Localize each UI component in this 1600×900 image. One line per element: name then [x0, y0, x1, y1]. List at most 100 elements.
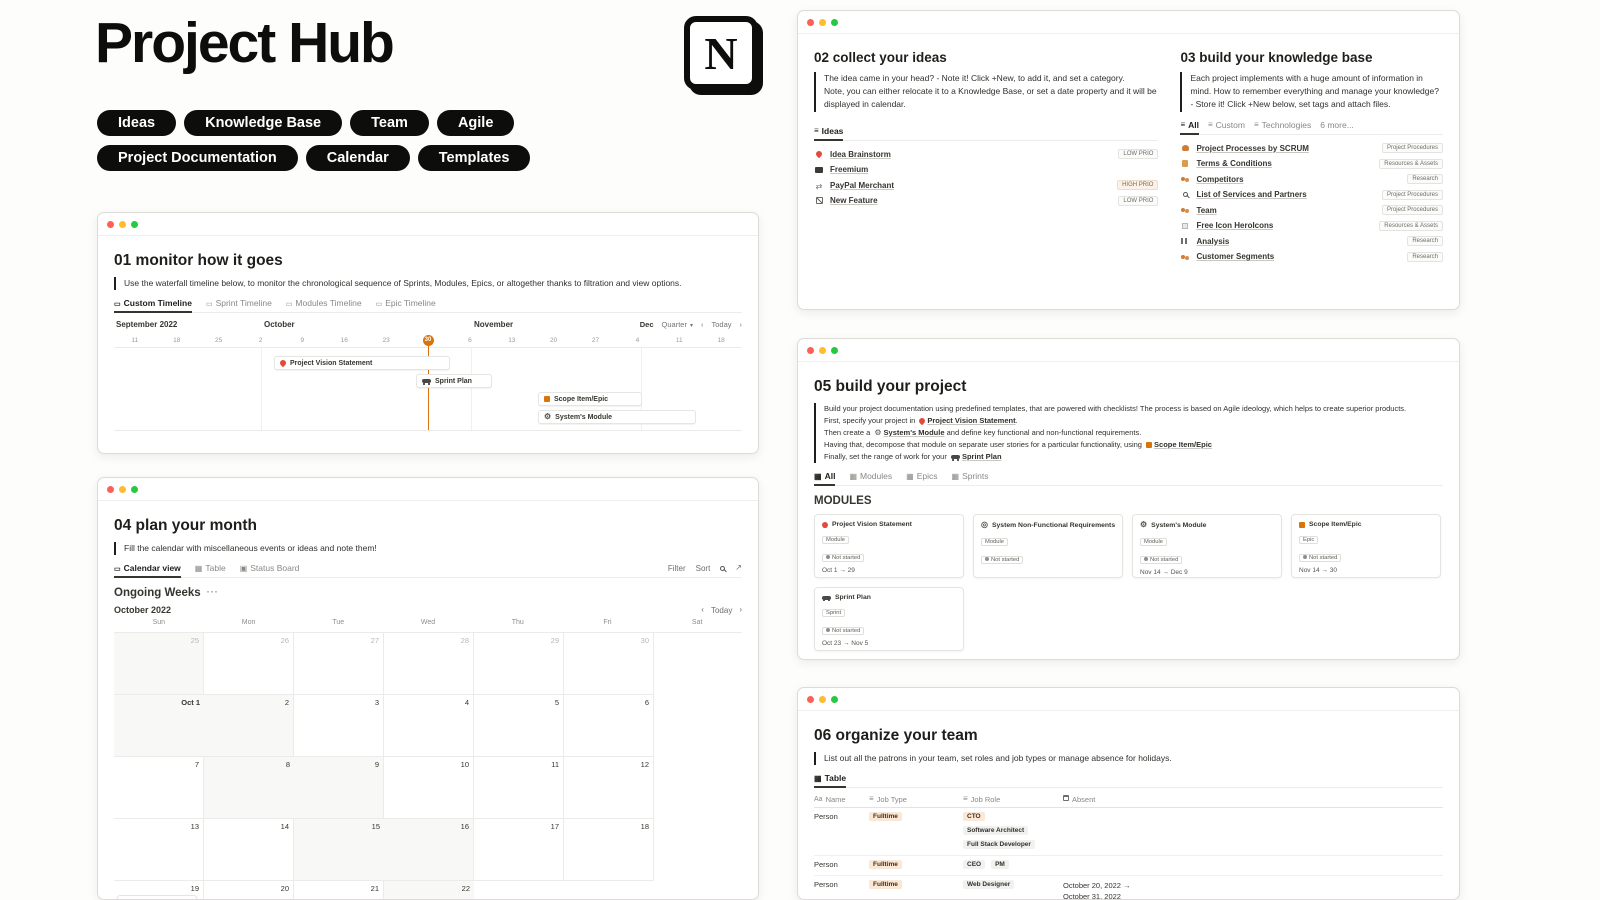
timeline-bar-sprint-plan[interactable]: Sprint Plan	[416, 374, 492, 388]
pill-project-documentation[interactable]: Project Documentation	[97, 145, 298, 171]
timeline-bar-scope-item[interactable]: Scope Item/Epic	[538, 392, 642, 406]
chevron-right-icon[interactable]	[739, 606, 742, 614]
list-item-freemium[interactable]: Freemium	[814, 162, 1158, 178]
list-item-paypal-merchant[interactable]: PayPal Merchant HIGH PRIO	[814, 178, 1158, 194]
zoom-button[interactable]	[131, 486, 138, 493]
timeline-bar-project-vision[interactable]: Project Vision Statement	[274, 356, 450, 370]
timeline-bar-systems-module[interactable]: System's Module	[538, 410, 696, 424]
calendar-cell[interactable]: Oct 1	[114, 695, 204, 757]
tab-calendar-view[interactable]: Calendar view	[114, 563, 181, 573]
more-options-icon[interactable]	[207, 587, 219, 599]
close-button[interactable]	[807, 19, 814, 26]
page-mention[interactable]: System's Module	[884, 428, 945, 437]
column-header[interactable]: Absent	[1072, 795, 1095, 804]
tab-sprint-timeline[interactable]: Sprint Timeline	[206, 298, 272, 308]
today-button[interactable]: Today	[711, 606, 732, 615]
tab-modules-timeline[interactable]: Modules Timeline	[286, 298, 362, 308]
calendar-cell[interactable]: 26	[204, 633, 294, 695]
chevron-left-icon[interactable]	[701, 321, 704, 329]
zoom-button[interactable]	[131, 221, 138, 228]
column-header[interactable]: Job Role	[971, 795, 1001, 804]
pill-templates[interactable]: Templates	[418, 145, 531, 171]
list-item-new-feature[interactable]: New Feature LOW PRIO	[814, 193, 1158, 209]
close-button[interactable]	[807, 696, 814, 703]
pill-ideas[interactable]: Ideas	[97, 110, 176, 136]
page-mention[interactable]: Sprint Plan	[962, 452, 1002, 461]
tab-table[interactable]: Table	[814, 773, 846, 783]
chevron-left-icon[interactable]	[701, 606, 704, 614]
table-row[interactable]: Person Fulltime Web Designer October 20,…	[814, 876, 1443, 900]
zoom-button[interactable]	[831, 347, 838, 354]
calendar-cell[interactable]: 16	[384, 819, 474, 881]
list-item-terms-conditions[interactable]: Terms & Conditions Resources & Assets	[1180, 156, 1443, 172]
tab-custom-timeline[interactable]: Custom Timeline	[114, 298, 192, 308]
calendar-cell[interactable]: 11	[474, 757, 564, 819]
calendar-cell[interactable]: 3	[294, 695, 384, 757]
calendar-cell[interactable]: 5	[474, 695, 564, 757]
list-item-team[interactable]: Team Project Procedures	[1180, 203, 1443, 219]
card-non-functional-reqs[interactable]: System Non-Functional Requirements Modul…	[973, 514, 1123, 578]
minimize-button[interactable]	[819, 696, 826, 703]
calendar-cell[interactable]: 27	[294, 633, 384, 695]
calendar-cell[interactable]: 4	[384, 695, 474, 757]
calendar-cell[interactable]: 17	[474, 819, 564, 881]
tab-table[interactable]: Table	[195, 563, 226, 573]
list-item-heroicons[interactable]: Free Icon HeroIcons Resources & Assets	[1180, 218, 1443, 234]
tab-ideas[interactable]: Ideas	[814, 126, 843, 136]
minimize-button[interactable]	[819, 19, 826, 26]
list-item-competitors[interactable]: Competitors Research	[1180, 172, 1443, 188]
calendar-event[interactable]: Meeting with Investor HIGH PRIO	[117, 895, 197, 900]
pill-agile[interactable]: Agile	[437, 110, 514, 136]
calendar-cell[interactable]: 7	[114, 757, 204, 819]
calendar-cell[interactable]: 6	[564, 695, 654, 757]
list-item-customer-segments[interactable]: Customer Segments Research	[1180, 249, 1443, 265]
tab-epics[interactable]: Epics	[906, 471, 937, 481]
minimize-button[interactable]	[119, 221, 126, 228]
tab-all[interactable]: All	[814, 471, 835, 481]
chevron-right-icon[interactable]	[740, 321, 743, 329]
calendar-cell[interactable]: 13	[114, 819, 204, 881]
calendar-cell[interactable]: 14	[204, 819, 294, 881]
tab-technologies[interactable]: Technologies	[1254, 120, 1311, 130]
tab-custom[interactable]: Custom	[1208, 120, 1245, 130]
list-item-idea-brainstorm[interactable]: Idea Brainstorm LOW PRIO	[814, 147, 1158, 163]
pill-team[interactable]: Team	[350, 110, 429, 136]
search-icon[interactable]	[720, 566, 725, 571]
card-systems-module[interactable]: System's Module Module Not started Nov 1…	[1132, 514, 1282, 578]
table-row[interactable]: Person Fulltime CTO Software Architect F…	[814, 808, 1443, 856]
calendar-cell[interactable]: 19 Meeting with Investor HIGH PRIO	[114, 881, 204, 900]
zoom-button[interactable]	[831, 696, 838, 703]
tab-epic-timeline[interactable]: Epic Timeline	[376, 298, 436, 308]
filter-button[interactable]: Filter	[668, 564, 686, 573]
calendar-cell[interactable]: 8	[204, 757, 294, 819]
calendar-cell[interactable]: 9	[294, 757, 384, 819]
expand-icon[interactable]	[735, 564, 742, 572]
column-header[interactable]: Job Type	[877, 795, 907, 804]
pill-knowledge-base[interactable]: Knowledge Base	[184, 110, 342, 136]
calendar-cell[interactable]: 20	[204, 881, 294, 900]
card-scope-item-epic[interactable]: Scope Item/Epic Epic Not started Nov 14 …	[1291, 514, 1441, 578]
tab-sprints[interactable]: Sprints	[952, 471, 989, 481]
pill-calendar[interactable]: Calendar	[306, 145, 410, 171]
close-button[interactable]	[107, 486, 114, 493]
quarter-select[interactable]: Quarter	[662, 320, 693, 329]
calendar-cell[interactable]: 10	[384, 757, 474, 819]
calendar-cell[interactable]: 15	[294, 819, 384, 881]
close-button[interactable]	[807, 347, 814, 354]
close-button[interactable]	[107, 221, 114, 228]
list-item-analysis[interactable]: Analysis Research	[1180, 234, 1443, 250]
calendar-cell[interactable]: 12	[564, 757, 654, 819]
tab-status-board[interactable]: Status Board	[240, 563, 300, 573]
calendar-cell[interactable]: 30	[564, 633, 654, 695]
minimize-button[interactable]	[819, 347, 826, 354]
today-button[interactable]: Today	[711, 320, 731, 329]
calendar-cell[interactable]: 21	[294, 881, 384, 900]
calendar-cell[interactable]: 2	[204, 695, 294, 757]
card-project-vision[interactable]: Project Vision Statement Module Not star…	[814, 514, 964, 578]
calendar-cell[interactable]: 22	[384, 881, 474, 900]
page-mention[interactable]: Project Vision Statement	[927, 416, 1015, 425]
tab-modules[interactable]: Modules	[849, 471, 892, 481]
column-header[interactable]: Name	[826, 795, 846, 804]
minimize-button[interactable]	[119, 486, 126, 493]
tab-all[interactable]: All	[1180, 120, 1199, 130]
